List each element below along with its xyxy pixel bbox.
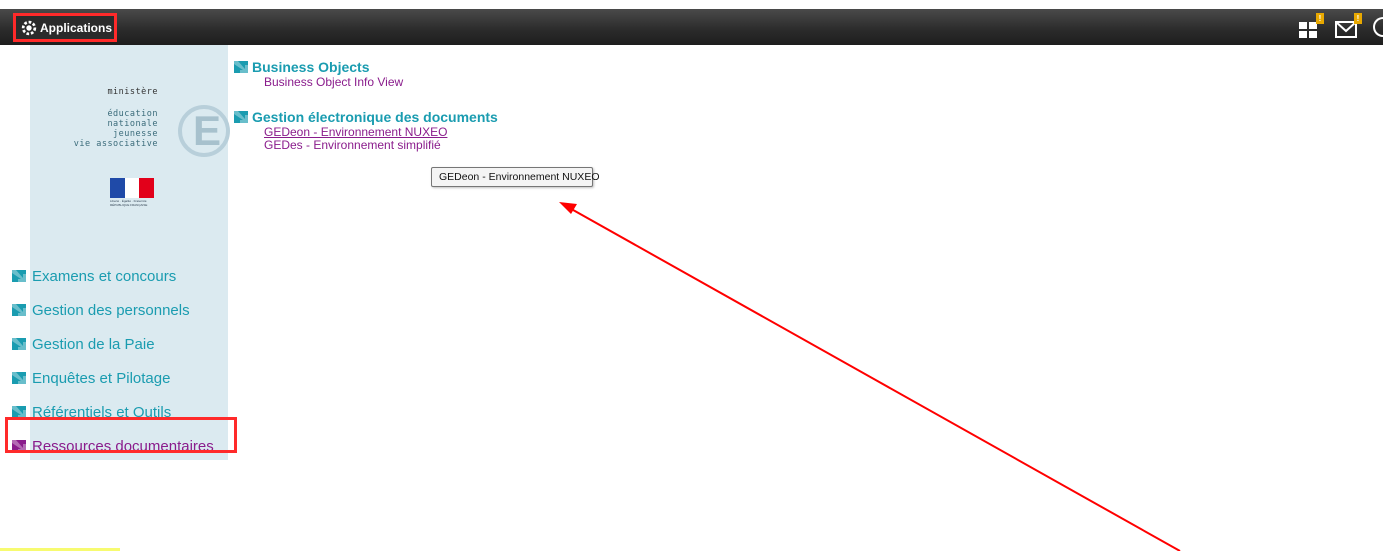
annotation-arrow (559, 202, 1181, 551)
page: Applications ! ! ministère éducation nat… (0, 0, 1383, 551)
